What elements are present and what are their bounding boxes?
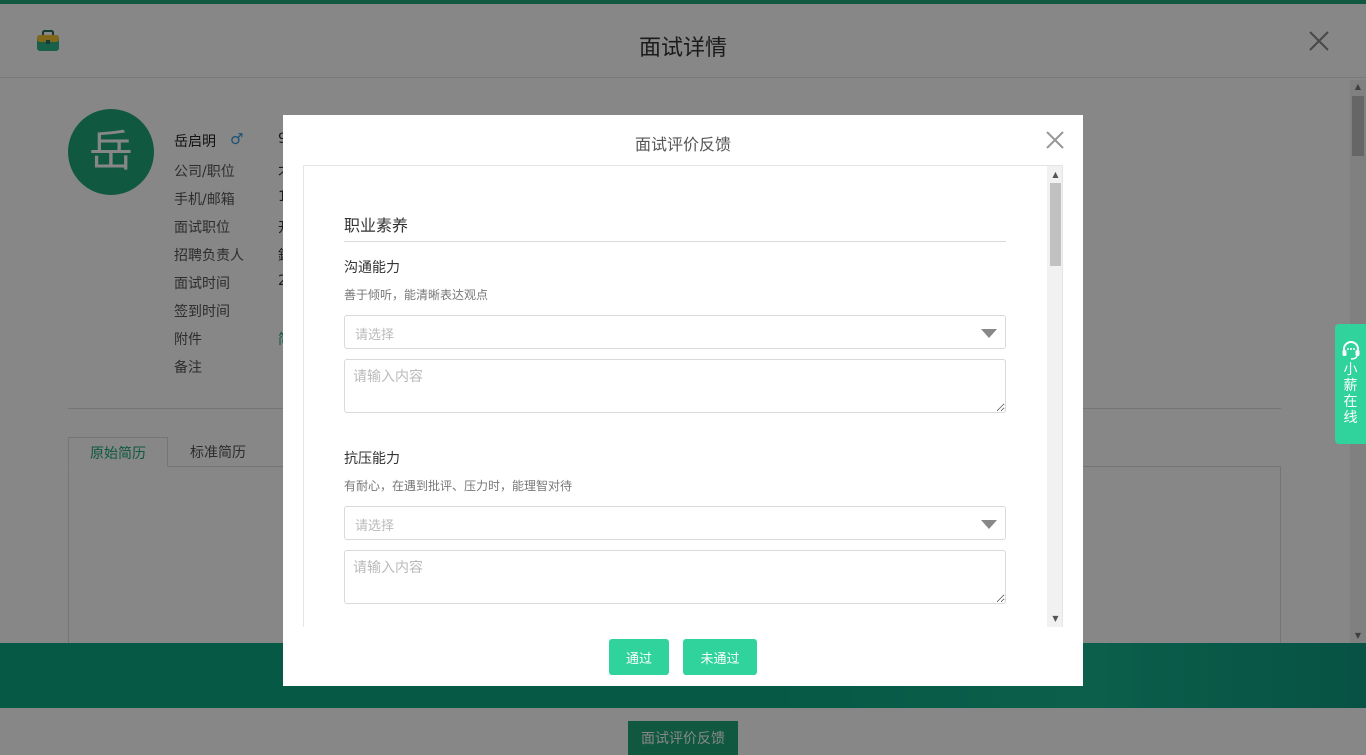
comment-textarea-communication[interactable] — [344, 359, 1006, 413]
scroll-down-icon[interactable]: ▼ — [1047, 612, 1062, 626]
rating-select-communication[interactable]: 请选择 — [344, 315, 1006, 349]
section-line — [344, 241, 1006, 242]
modal-title: 面试评价反馈 — [634, 135, 731, 154]
modal-scroll-thumb[interactable] — [1050, 183, 1061, 266]
rating-select-stress-tolerance[interactable]: 请选择 — [344, 506, 1006, 540]
comment-textarea-stress-tolerance[interactable] — [344, 550, 1006, 604]
fail-button[interactable]: 未通过 — [683, 639, 757, 675]
headset-icon — [1342, 341, 1359, 360]
modal-scrollbar[interactable]: ▲ ▼ — [1047, 166, 1062, 627]
select-placeholder: 请选择 — [355, 519, 395, 534]
pass-button[interactable]: 通过 — [609, 639, 669, 675]
online-support-tab[interactable]: 小薪在线 — [1335, 324, 1366, 444]
section-title: 职业素养 — [344, 216, 409, 235]
select-placeholder: 请选择 — [355, 328, 395, 343]
item-title-communication: 沟通能力 — [344, 260, 400, 276]
close-icon[interactable] — [1045, 130, 1065, 150]
scroll-up-icon[interactable]: ▲ — [1047, 168, 1062, 182]
feedback-modal: 面试评价反馈 职业素养 沟通能力 善于倾听，能清晰表达观点 请选择 抗压能力 有… — [283, 115, 1083, 686]
caret-down-icon — [981, 329, 997, 338]
item-desc-stress-tolerance: 有耐心，在遇到批评、压力时，能理智对待 — [344, 479, 573, 493]
item-title-stress-tolerance: 抗压能力 — [344, 451, 400, 467]
support-label: 小薪在线 — [1343, 362, 1358, 426]
item-desc-communication: 善于倾听，能清晰表达观点 — [344, 288, 489, 302]
caret-down-icon — [981, 520, 997, 529]
modal-body: 职业素养 沟通能力 善于倾听，能清晰表达观点 请选择 抗压能力 有耐心，在遇到批… — [303, 165, 1063, 627]
